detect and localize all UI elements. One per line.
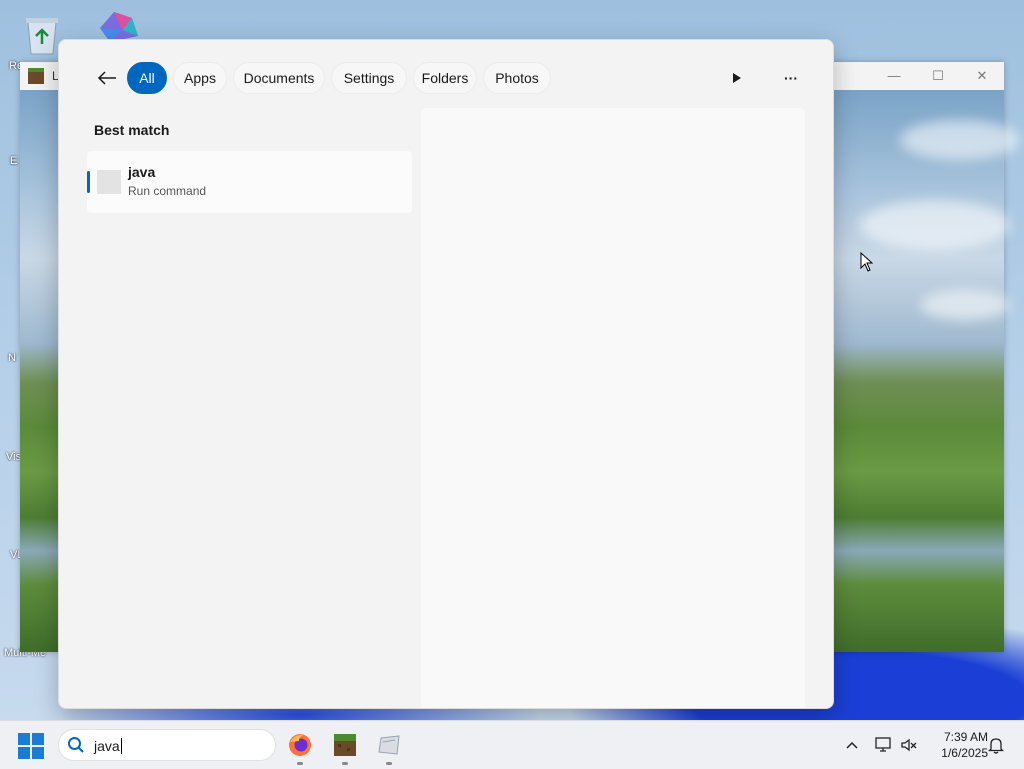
filter-apps[interactable]: Apps — [173, 62, 227, 94]
search-input[interactable]: java — [94, 738, 122, 754]
run-command-icon — [97, 170, 121, 194]
more-options-button[interactable]: ··· — [777, 64, 805, 92]
back-arrow-icon — [97, 71, 116, 85]
firefox-icon — [289, 734, 311, 756]
desktop-icon-label: E — [10, 155, 18, 167]
network-button[interactable] — [874, 735, 894, 755]
taskbar: java 7:39 AM 1/6/2025 — [0, 720, 1024, 769]
maximize-button[interactable]: ☐ — [920, 68, 956, 84]
show-hidden-icons-button[interactable] — [842, 735, 862, 755]
search-icon — [68, 737, 84, 753]
bell-icon — [988, 738, 1004, 754]
taskbar-search-box[interactable]: java — [58, 729, 276, 761]
volume-button[interactable] — [899, 735, 919, 755]
network-icon — [875, 737, 891, 752]
clock-time: 7:39 AM — [943, 730, 988, 744]
clock-date: 1/6/2025 — [941, 746, 988, 760]
notifications-button[interactable] — [986, 735, 1006, 755]
play-button[interactable] — [723, 64, 751, 92]
filter-documents[interactable]: Documents — [233, 62, 325, 94]
minimize-button[interactable]: — — [876, 68, 912, 83]
search-panel: All Apps Documents Settings Folders Phot… — [58, 39, 834, 709]
desktop-icon-label: Vis — [6, 451, 22, 463]
close-button[interactable]: ✕ — [964, 68, 1000, 84]
clock[interactable]: 7:39 AM 1/6/2025 — [926, 729, 988, 761]
app-icon — [378, 735, 400, 755]
filter-all[interactable]: All — [127, 62, 167, 94]
start-button[interactable] — [18, 733, 44, 759]
filter-settings[interactable]: Settings — [331, 62, 407, 94]
selection-indicator — [87, 171, 90, 193]
desktop-icon-label: N — [8, 352, 16, 364]
best-match-result[interactable]: java Run command — [87, 151, 412, 213]
play-icon — [733, 73, 741, 83]
filter-photos[interactable]: Photos — [483, 62, 551, 94]
minecraft-icon — [334, 734, 356, 756]
app-button[interactable] — [373, 729, 405, 765]
chevron-up-icon — [846, 741, 858, 749]
filter-folders[interactable]: Folders — [413, 62, 477, 94]
minecraft-button[interactable] — [329, 729, 361, 765]
recycle-bin-icon[interactable] — [6, 8, 58, 68]
minecraft-icon — [28, 68, 44, 84]
result-subtitle: Run command — [128, 184, 207, 198]
section-title: Best match — [94, 122, 170, 138]
result-name: java — [128, 164, 156, 180]
volume-muted-icon — [901, 738, 917, 752]
back-button[interactable] — [93, 64, 121, 92]
preview-pane — [421, 108, 805, 708]
firefox-button[interactable] — [284, 729, 316, 765]
mouse-cursor-icon — [860, 252, 874, 272]
